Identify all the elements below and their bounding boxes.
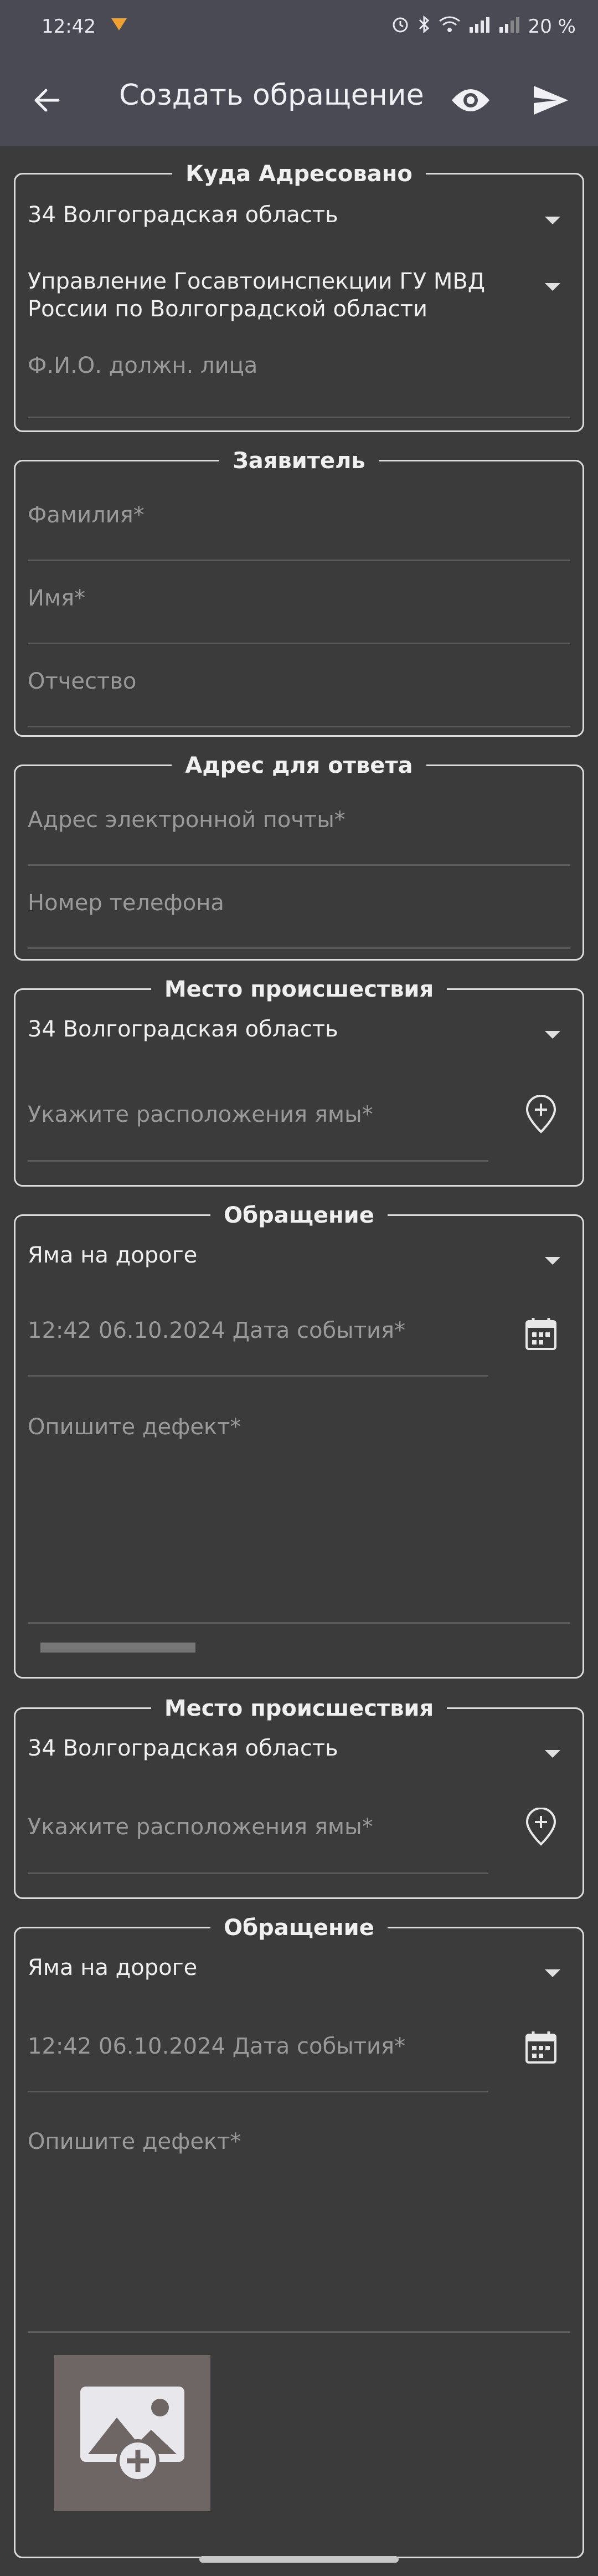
card-title: Адрес для ответа: [172, 753, 426, 778]
email-input[interactable]: Адрес электронной почты*: [28, 806, 570, 866]
defect-description-input[interactable]: Опишите дефект*: [28, 1413, 570, 1624]
status-time: 12:42: [42, 16, 96, 38]
department-value: Управление Госавтоинспекции ГУ МВД Росси…: [28, 269, 486, 322]
bluetooth-icon: [417, 15, 431, 39]
add-photo-icon: [80, 2387, 184, 2482]
card-title: Обращение: [210, 1203, 388, 1228]
applicant-card: Заявитель Фамилия* Имя* Отчество: [14, 448, 584, 737]
add-photo-button[interactable]: [54, 2355, 210, 2511]
card-title: Заявитель: [219, 448, 379, 474]
page-title: Создать обращение: [119, 79, 424, 112]
send-icon[interactable]: [529, 81, 573, 120]
official-name-input[interactable]: Ф.И.О. должн. лица: [28, 352, 570, 418]
incident-region-value: 34 Волгоградская область: [28, 1017, 338, 1042]
address-to-card: Куда Адресовано 34 Волгоградская область…: [14, 161, 584, 432]
gesture-navigation-bar[interactable]: [199, 2556, 399, 2563]
notification-icon: [109, 16, 129, 38]
appeal-type-value: Яма на дороге: [28, 1955, 198, 1980]
appeal-card-2: Обращение Яма на дороге 12:42 06.10.2024…: [14, 1915, 584, 2558]
add-location-icon[interactable]: [522, 1808, 560, 1846]
signal-icon-2: [498, 16, 520, 38]
dropdown-arrow-icon: [545, 217, 560, 224]
card-title: Место происшествия: [151, 1696, 447, 1721]
middle-name-input[interactable]: Отчество: [28, 668, 570, 727]
department-select[interactable]: Управление Госавтоинспекции ГУ МВД Росси…: [28, 268, 570, 329]
appeal-card: Обращение Яма на дороге 12:42 06.10.2024…: [14, 1203, 584, 1679]
arrow-left-icon[interactable]: [28, 81, 66, 120]
appeal-type-value: Яма на дороге: [28, 1243, 198, 1268]
incident-place-card: Место происшествия 34 Волгоградская обла…: [14, 977, 584, 1187]
signal-icon: [468, 16, 491, 38]
dropdown-arrow-icon: [545, 1031, 560, 1039]
incident-region-value: 34 Волгоградская область: [28, 1736, 338, 1761]
incident-region-select-2[interactable]: 34 Волгоградская область: [28, 1735, 570, 1768]
calendar-icon[interactable]: [522, 2028, 560, 2067]
horizontal-scrollbar[interactable]: [40, 1643, 195, 1653]
reply-address-card: Адрес для ответа Адрес электронной почты…: [14, 753, 584, 961]
defect-description-input-2[interactable]: Опишите дефект*: [28, 2128, 570, 2333]
dropdown-arrow-icon: [545, 1750, 560, 1758]
pothole-location-input-2[interactable]: Укажите расположения ямы*: [28, 1813, 488, 1874]
calendar-icon[interactable]: [522, 1315, 560, 1353]
first-name-input[interactable]: Имя*: [28, 584, 570, 644]
wifi-icon: [439, 16, 461, 38]
incident-region-select[interactable]: 34 Волгоградская область: [28, 1015, 570, 1049]
battery-level: 20 %: [528, 16, 576, 38]
dropdown-arrow-icon: [545, 1257, 560, 1265]
incident-place-card-2: Место происшествия 34 Волгоградская обла…: [14, 1696, 584, 1899]
card-title: Место происшествия: [151, 977, 447, 1002]
eye-icon[interactable]: [448, 81, 493, 120]
appeal-type-select-2[interactable]: Яма на дороге: [28, 1954, 570, 1987]
event-date-input[interactable]: 12:42 06.10.2024 Дата события*: [28, 1317, 488, 1377]
pothole-location-input[interactable]: Укажите расположения ямы*: [28, 1101, 488, 1162]
status-bar: 12:42 20 %: [0, 0, 598, 53]
event-date-input-2[interactable]: 12:42 06.10.2024 Дата события*: [28, 2033, 488, 2092]
phone-input[interactable]: Номер телефона: [28, 889, 570, 949]
appeal-type-select[interactable]: Яма на дороге: [28, 1241, 570, 1275]
app-toolbar: Создать обращение: [0, 53, 598, 146]
dropdown-arrow-icon: [545, 283, 560, 291]
region-value: 34 Волгоградская область: [28, 202, 338, 228]
card-title: Куда Адресовано: [172, 161, 426, 187]
last-name-input[interactable]: Фамилия*: [28, 501, 570, 561]
alarm-icon: [391, 15, 410, 39]
add-location-icon[interactable]: [522, 1095, 560, 1134]
region-select[interactable]: 34 Волгоградская область: [28, 201, 570, 234]
dropdown-arrow-icon: [545, 1969, 560, 1977]
card-title: Обращение: [210, 1915, 388, 1941]
